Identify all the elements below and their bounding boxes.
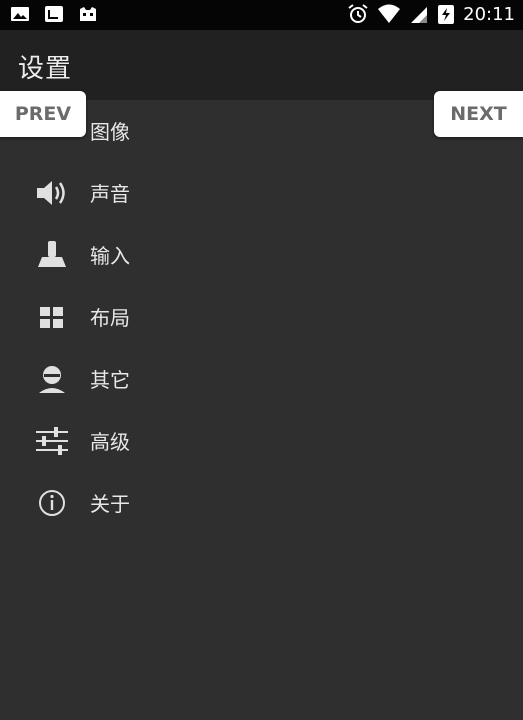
menu-item-label: 输入 xyxy=(90,244,130,268)
page-title: 设置 xyxy=(18,54,73,84)
speaker-icon xyxy=(37,181,65,205)
menu-item-label: 关于 xyxy=(90,492,130,516)
grid-icon xyxy=(40,307,63,328)
alarm-icon xyxy=(348,4,368,23)
prev-button[interactable]: PREV xyxy=(0,91,86,137)
status-bar: 20:11 xyxy=(0,0,523,30)
menu-item-label: 高级 xyxy=(90,430,130,454)
battery-icon xyxy=(438,5,455,24)
menu-item-label: 图像 xyxy=(90,120,130,144)
image-icon xyxy=(11,7,29,21)
info-icon xyxy=(39,490,65,516)
joystick-icon xyxy=(38,241,66,267)
menu-item-sound[interactable]: 声音 xyxy=(0,162,523,222)
menu-item-label: 布局 xyxy=(90,306,130,330)
next-button[interactable]: NEXT xyxy=(434,91,523,137)
clock: 20:11 xyxy=(463,3,515,25)
person-icon xyxy=(39,366,65,393)
app-bar: 设置 xyxy=(0,30,523,100)
menu-item-other[interactable]: 其它 xyxy=(0,348,523,408)
menu-item-layout[interactable]: 布局 xyxy=(0,286,523,346)
menu-item-input[interactable]: 输入 xyxy=(0,224,523,284)
menu-item-about[interactable]: 关于 xyxy=(0,472,523,532)
sliders-icon xyxy=(36,427,68,455)
signal-icon xyxy=(411,7,428,23)
cat-icon xyxy=(80,7,96,21)
menu-item-advanced[interactable]: 高级 xyxy=(0,410,523,470)
menu-item-label: 其它 xyxy=(90,368,130,392)
screenshot-icon xyxy=(45,6,63,22)
wifi-icon xyxy=(378,4,401,23)
menu-item-label: 声音 xyxy=(90,182,130,206)
